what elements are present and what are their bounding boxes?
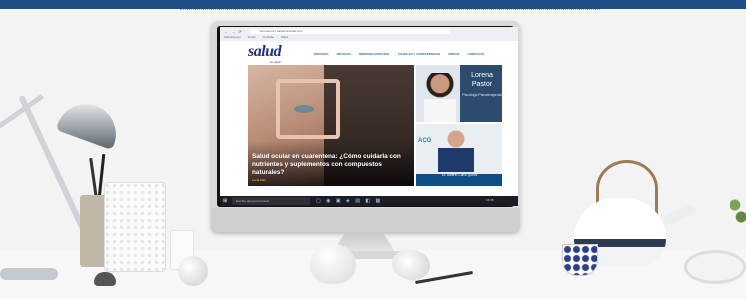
desk-lamp-base bbox=[0, 268, 58, 280]
pencil bbox=[89, 157, 98, 199]
bird-figurine bbox=[94, 272, 116, 286]
bookmark-item[interactable]: Aplicaciones bbox=[224, 35, 241, 39]
hero-image-eye bbox=[294, 105, 314, 113]
taskbar-app-icons[interactable]: ▢ ◉ ▣ ◈ ▤ ◧ ▦ bbox=[316, 198, 382, 204]
card-person-name: Lorena Pastor bbox=[471, 72, 493, 88]
portrait-image bbox=[438, 128, 474, 172]
desk-lamp-head bbox=[55, 95, 125, 151]
site-logo-subtitle: en casa bbox=[270, 60, 281, 64]
windows-icon[interactable]: ⊞ bbox=[223, 198, 229, 204]
site-logo[interactable]: salud bbox=[248, 43, 282, 61]
saucer bbox=[684, 250, 746, 284]
browser-chrome: ← → ⟳ Not secure | saludeninsular.com Ap… bbox=[220, 27, 518, 41]
nav-item-portada[interactable]: PORTADA bbox=[314, 52, 329, 58]
site-nav: PORTADA NOTICIAS MEDICINA INTEGRAL CHARL… bbox=[314, 52, 514, 58]
address-bar[interactable]: Not secure | saludeninsular.com bbox=[250, 29, 450, 34]
taskbar-search-input[interactable]: Escribe aquí para buscar bbox=[232, 197, 310, 205]
nav-item-charlas[interactable]: CHARLAS Y CONFERENCIAS bbox=[398, 52, 440, 58]
nav-item-contacto[interactable]: CONTACTO bbox=[467, 52, 484, 58]
featured-card-lorena[interactable]: Lorena Pastor Psicóloga Psicoterapeuta bbox=[416, 65, 502, 122]
hero-article[interactable]: Salud ocular en cuarentena: ¿Cómo cuidar… bbox=[248, 65, 414, 186]
card-person-role: Psicóloga Psicoterapeuta bbox=[462, 93, 502, 97]
clinic-logo: ACO bbox=[418, 138, 432, 144]
plant bbox=[730, 196, 746, 226]
teacup bbox=[562, 244, 598, 276]
taskbar-clock: 16:35 bbox=[486, 198, 494, 202]
bookmarks-bar: Aplicaciones Gmail YouTube Maps bbox=[224, 35, 294, 39]
imac-chin bbox=[211, 208, 520, 232]
crumpled-paper bbox=[392, 250, 430, 280]
nav-item-medicina[interactable]: MEDICINA INTEGRAL bbox=[359, 52, 390, 58]
hero-article-author: Lucía Mari bbox=[252, 178, 267, 182]
white-lantern bbox=[104, 182, 166, 272]
white-ball bbox=[178, 256, 208, 286]
bookmark-item[interactable]: Maps bbox=[281, 35, 288, 39]
computer-screen: ← → ⟳ Not secure | saludeninsular.com Ap… bbox=[220, 27, 518, 206]
browser-nav-buttons[interactable]: ← → ⟳ bbox=[224, 29, 243, 34]
portrait-image bbox=[424, 73, 456, 122]
windows-taskbar: ⊞ Escribe aquí para buscar ▢ ◉ ▣ ◈ ▤ ◧ ▦… bbox=[220, 196, 518, 206]
featured-card-doctor[interactable]: ACO Dr. Alberto Calvo Quiroz bbox=[416, 124, 502, 186]
bookmark-item[interactable]: YouTube bbox=[262, 35, 274, 39]
teapot-spout bbox=[661, 203, 697, 227]
nav-item-videos[interactable]: VIDEOS bbox=[448, 52, 459, 58]
bookmark-item[interactable]: Gmail bbox=[248, 35, 256, 39]
hero-article-title[interactable]: Salud ocular en cuarentena: ¿Cómo cuidar… bbox=[252, 153, 412, 177]
card-person-name: Dr. Alberto Calvo Quiroz bbox=[442, 173, 478, 177]
ceramic-bird-figurine bbox=[310, 244, 356, 284]
decorative-wave bbox=[180, 3, 600, 10]
nav-item-noticias[interactable]: NOTICIAS bbox=[337, 52, 351, 58]
